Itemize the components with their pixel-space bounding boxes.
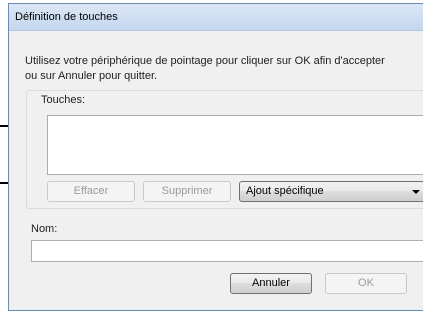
ok-button-label: OK — [358, 277, 374, 289]
keys-group-label: Touches: — [39, 94, 88, 106]
instructions-text: Utilisez votre périphérique de pointage … — [25, 54, 415, 84]
delete-button-label: Supprimer — [161, 185, 213, 197]
erase-button[interactable]: Effacer — [47, 181, 135, 202]
chevron-down-icon — [412, 190, 420, 194]
dropdown-selected-value: Ajout spécifique — [246, 185, 324, 197]
cancel-button-label: Annuler — [252, 277, 290, 289]
specific-add-dropdown[interactable]: Ajout spécifique — [239, 181, 423, 202]
instructions-line-1: Utilisez votre périphérique de pointage … — [25, 55, 385, 67]
name-input[interactable] — [31, 240, 423, 262]
instructions-line-2: ou sur Annuler pour quitter. — [25, 70, 158, 82]
key-definition-dialog: Définition de touches Utilisez votre pér… — [8, 3, 423, 311]
erase-button-label: Effacer — [73, 185, 109, 197]
ok-button[interactable]: OK — [325, 273, 407, 294]
delete-button[interactable]: Supprimer — [143, 181, 231, 202]
keys-listbox[interactable] — [47, 115, 423, 175]
name-label: Nom: — [31, 223, 58, 235]
dialog-title: Définition de touches — [15, 11, 118, 23]
title-bar[interactable]: Définition de touches — [9, 4, 423, 31]
cancel-button[interactable]: Annuler — [230, 273, 312, 294]
keys-group: Touches: Effacer Supprimer Ajout spécifi… — [26, 90, 423, 209]
